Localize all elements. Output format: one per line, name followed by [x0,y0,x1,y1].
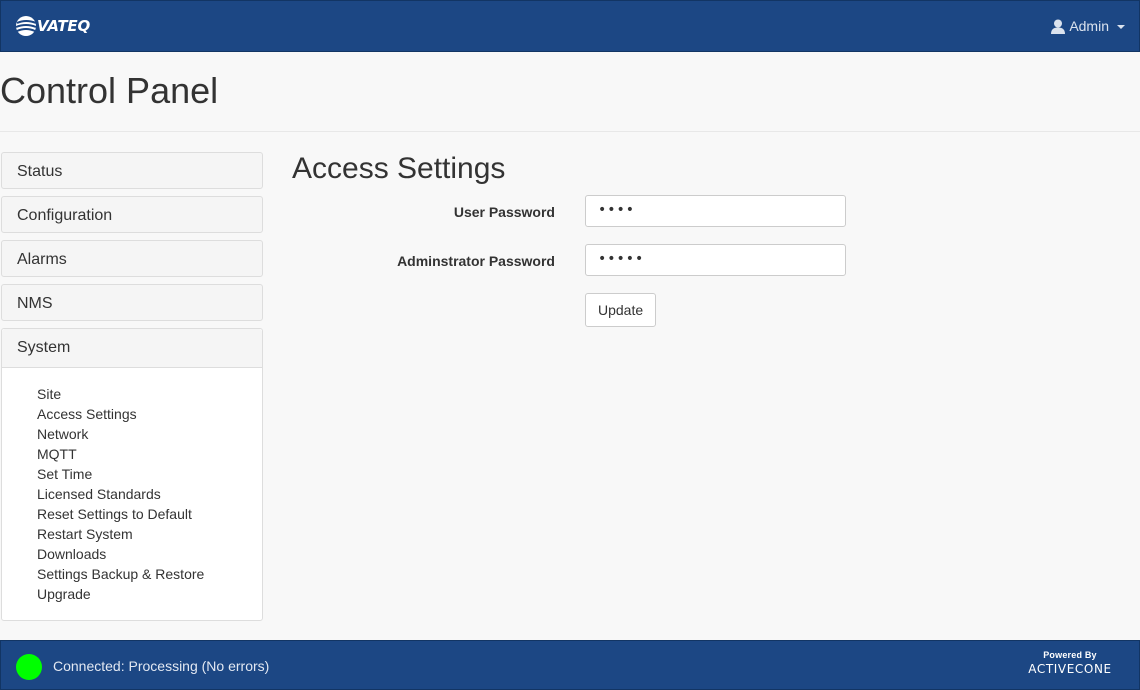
submenu-item-mqtt[interactable]: MQTT [37,444,262,464]
connection-status-text: Connected: Processing (No errors) [53,658,270,674]
logo-text: VATEQ [37,17,90,35]
admin-password-label: Adminstrator Password [397,253,555,269]
user-menu-label: Admin [1069,18,1109,34]
admin-password-input[interactable]: ••••• [585,244,846,276]
page-title: Control Panel [0,70,219,111]
activecone-brand: ACTIVECONE [1028,662,1112,676]
user-password-input[interactable]: •••• [585,195,846,227]
vateq-logo[interactable]: VATEQ [15,10,90,42]
sidebar-panel-label: NMS [17,295,53,312]
system-submenu: Site Access Settings Network MQTT Set Ti… [2,368,262,620]
caret-down-icon [1117,25,1125,29]
user-menu-dropdown[interactable]: Admin [1051,18,1125,34]
sidebar: Status Configuration Alarms NMS System S… [1,152,263,628]
submenu-item-site[interactable]: Site [37,384,262,404]
sidebar-panel-nms[interactable]: NMS [1,284,263,321]
user-icon [1051,19,1066,34]
section-heading: Access Settings [292,152,506,185]
update-button[interactable]: Update [585,293,657,327]
sidebar-panel-alarms[interactable]: Alarms [1,240,263,277]
logo-icon [15,16,37,36]
submenu-item-reset-settings[interactable]: Reset Settings to Default [37,504,262,524]
sidebar-panel-label: System [17,339,71,356]
submenu-item-downloads[interactable]: Downloads [37,544,262,564]
submenu-item-set-time[interactable]: Set Time [37,464,262,484]
user-password-label: User Password [453,204,555,220]
sidebar-panel-system-header[interactable]: System [2,329,262,368]
top-navbar: VATEQ Admin [0,0,1140,52]
status-footer: Connected: Processing (No errors) Powere… [0,640,1140,690]
sidebar-panel-system: System Site Access Settings Network MQTT… [1,328,263,621]
submenu-item-access-settings[interactable]: Access Settings [37,404,262,424]
sidebar-panel-label: Status [17,163,63,180]
connection-status-indicator [16,654,42,680]
submenu-item-upgrade[interactable]: Upgrade [37,584,262,604]
sidebar-panel-label: Alarms [17,251,67,268]
sidebar-panel-configuration[interactable]: Configuration [1,196,263,233]
submenu-item-network[interactable]: Network [37,424,262,444]
powered-by-logo[interactable]: Powered By ACTIVECONE [1016,650,1124,676]
sidebar-panel-label: Configuration [17,207,113,224]
powered-by-label: Powered By [1043,650,1097,660]
sidebar-panel-status[interactable]: Status [1,152,263,189]
title-divider [0,131,1140,132]
submenu-item-backup-restore[interactable]: Settings Backup & Restore [37,564,262,584]
submenu-item-restart-system[interactable]: Restart System [37,524,262,544]
submenu-item-licensed-standards[interactable]: Licensed Standards [37,484,262,504]
main-content: Access Settings [292,152,505,186]
